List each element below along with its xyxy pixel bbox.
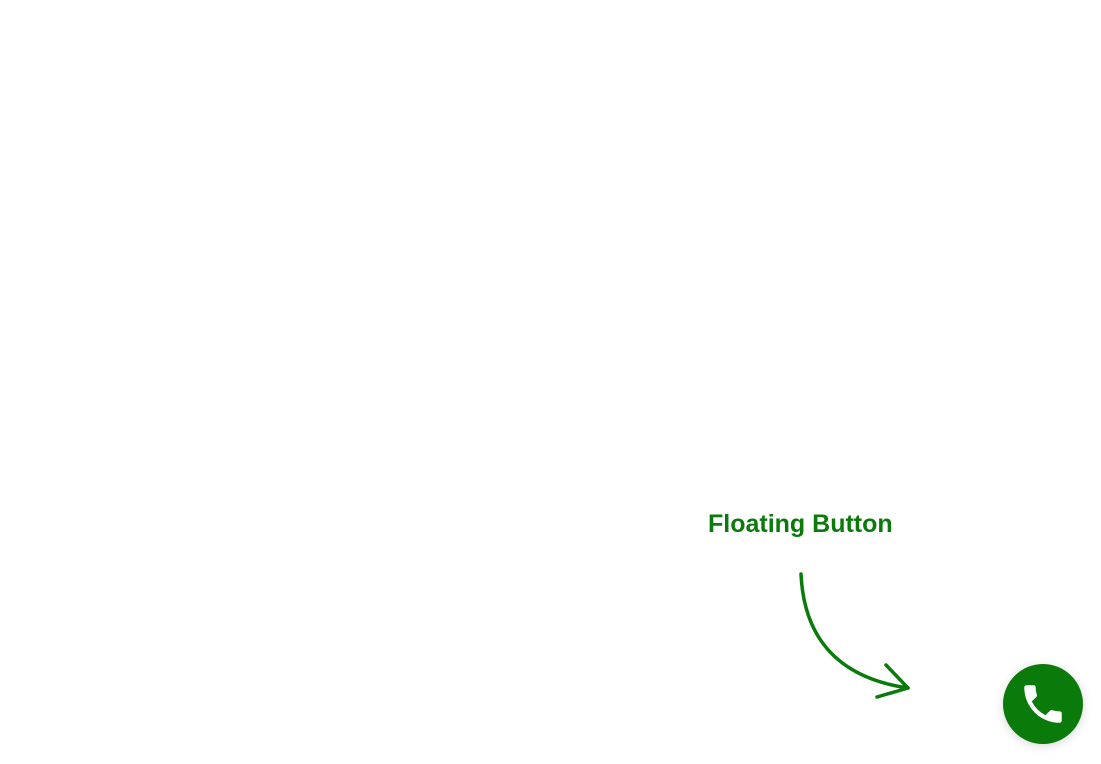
floating-call-button[interactable] bbox=[1003, 664, 1083, 744]
phone-icon bbox=[1024, 685, 1062, 723]
page-canvas: Floating Button bbox=[0, 0, 1101, 764]
curved-arrow-icon bbox=[799, 572, 910, 699]
floating-button-annotation-label: Floating Button bbox=[708, 510, 893, 538]
